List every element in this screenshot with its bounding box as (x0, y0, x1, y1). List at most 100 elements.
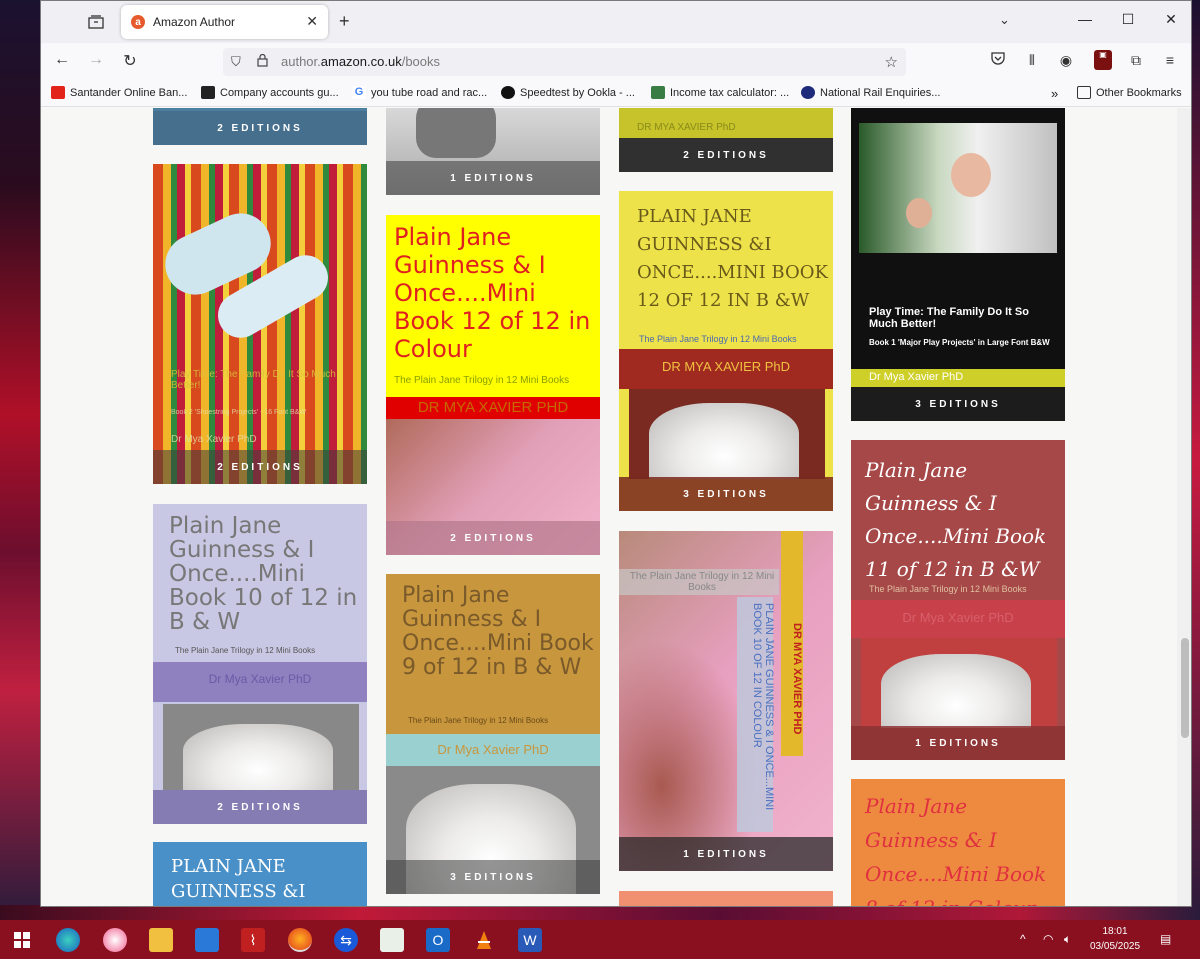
clock[interactable]: 18:01 03/05/2025 (1090, 924, 1140, 954)
maximize-icon[interactable]: ☐ (1118, 11, 1138, 28)
activity-monitor-icon[interactable]: ⌇ (241, 928, 265, 952)
extension-badge-icon[interactable]: ▣ (1094, 50, 1112, 70)
book-author: DR MYA XAVIER PhD (637, 122, 736, 133)
browser-window: a Amazon Author ✕ + ⌄ — ☐ ✕ ← → ↻ ⛉ auth… (40, 0, 1192, 907)
book-card[interactable] (619, 891, 833, 906)
editions-label: 2 EDITIONS (619, 138, 833, 172)
firefox-icon[interactable] (288, 928, 312, 952)
tray-chevron-icon[interactable]: ^ (1020, 932, 1026, 946)
chevron-down-icon[interactable]: ⌄ (999, 12, 1010, 28)
editions-label: 1 EDITIONS (851, 726, 1065, 760)
close-tab-icon[interactable]: ✕ (306, 13, 318, 30)
book-card-mini-book-10-bw[interactable]: Plain Jane Guinness & I Once....Mini Boo… (153, 504, 367, 824)
book-card-play-time-1[interactable]: Play Time: The Family Do It So Much Bett… (851, 108, 1065, 421)
editions-label: 3 EDITIONS (619, 477, 833, 511)
book-title: Plain Jane Guinness & I Once....Mini Boo… (169, 513, 358, 635)
outlook-icon[interactable]: O (426, 928, 450, 952)
book-card-mini-book-9-bw[interactable]: Plain Jane Guinness & I Once....Mini Boo… (386, 574, 600, 894)
taskbar: ⌇ ⇆ O W ^ ◠ 🔈︎ 18:01 03/05/2025 ▤ (0, 920, 1200, 959)
book-card[interactable]: 1 EDITIONS (386, 108, 600, 195)
cover-photo (416, 108, 496, 158)
book-author: Dr Mya Xavier PhD (902, 610, 1014, 625)
book-author: Dr Mya Xavier PhD (171, 434, 257, 445)
santander-icon (51, 86, 65, 99)
edge-browser-icon[interactable] (56, 928, 80, 952)
close-window-icon[interactable]: ✕ (1161, 11, 1181, 28)
bookmark-youtube-road[interactable]: Gyou tube road and rac... (352, 86, 487, 99)
vertical-scrollbar[interactable] (1177, 108, 1191, 906)
book-card-mini-book-8-colour[interactable]: Plain Jane Guinness & I Once....Mini Boo… (851, 779, 1065, 906)
hamburger-menu-icon[interactable]: ≡ (1160, 52, 1180, 68)
forward-arrow-icon[interactable]: → (85, 51, 107, 69)
library-icon[interactable]: ⫴ (1022, 52, 1042, 69)
back-arrow-icon[interactable]: ← (51, 51, 73, 69)
book-title: Plain Jane Guinness & I Once....Mini Boo… (402, 583, 594, 680)
account-icon[interactable]: ◉ (1056, 52, 1076, 69)
book-title: Plain Jane Guinness & I Once....Mini Boo… (394, 223, 591, 363)
lock-icon[interactable] (257, 53, 268, 70)
file-explorer-icon[interactable] (149, 928, 173, 952)
bookmark-santander[interactable]: Santander Online Ban... (51, 86, 187, 99)
national-rail-icon (801, 86, 815, 99)
books-grid: 2 EDITIONS Play Time: The Family Do It S… (41, 108, 1191, 906)
editions-label: 2 EDITIONS (153, 790, 367, 824)
folder-icon (1077, 86, 1091, 99)
bookmark-national-rail[interactable]: National Rail Enquiries... (801, 86, 940, 99)
book-card-mini-book-12-bw[interactable]: PLAIN JANE GUINNESS &I ONCE....MINI BOOK… (619, 191, 833, 511)
reload-icon[interactable]: ↻ (119, 51, 141, 71)
itunes-icon[interactable] (103, 928, 127, 952)
book-series: The Plain Jane Trilogy in 12 Mini Books (869, 584, 1027, 594)
company-accounts-icon (201, 86, 215, 99)
book-author: Dr Mya Xavier PhD (437, 742, 549, 757)
clock-time: 18:01 (1102, 926, 1128, 937)
tab-title: Amazon Author (153, 15, 236, 29)
amazon-favicon-icon: a (131, 15, 145, 29)
book-card-mini-book-10-colour[interactable]: The Plain Jane Trilogy in 12 Mini Books … (619, 531, 833, 871)
book-title: PLAIN JANE GUINNESS &I (171, 856, 306, 902)
editions-label: 1 EDITIONS (619, 837, 833, 871)
teamviewer-icon[interactable]: ⇆ (334, 928, 358, 952)
book-card-play-time-2[interactable]: Play Time: The Family Do It So Much Bett… (153, 164, 367, 484)
book-author: Dr Mya Xavier PhD (869, 371, 964, 383)
wallpaper-right (1192, 0, 1200, 920)
app-icon[interactable] (380, 928, 404, 952)
bookmark-speedtest[interactable]: Speedtest by Ookla - ... (501, 86, 635, 99)
scanner-app-icon[interactable] (195, 928, 219, 952)
new-tab-icon[interactable]: + (339, 11, 350, 32)
pocket-icon[interactable] (988, 52, 1008, 68)
book-title: PLAIN JANE GUINNESS &I ONCE....MINI BOOK… (637, 206, 828, 311)
bookmark-company-accounts[interactable]: Company accounts gu... (201, 86, 339, 99)
book-series: The Plain Jane Trilogy in 12 Mini Books (394, 375, 570, 386)
tab-list-icon[interactable] (85, 11, 107, 33)
tab-amazon-author[interactable]: a Amazon Author ✕ (121, 5, 328, 39)
url-text[interactable]: author.amazon.co.uk/books (281, 54, 440, 69)
vlc-icon[interactable] (472, 928, 496, 952)
editions-label: 3 EDITIONS (851, 387, 1065, 421)
speedtest-icon (501, 86, 515, 99)
book-title: Plain Jane Guinness & I Once....Mini Boo… (865, 458, 1047, 581)
book-card[interactable]: 2 EDITIONS (153, 108, 367, 145)
windows-start-icon[interactable] (10, 928, 34, 952)
wallpaper-left (0, 0, 40, 920)
address-bar[interactable]: ⛉ author.amazon.co.uk/books ☆ (223, 48, 906, 76)
book-card-mini-book-11-bw[interactable]: Plain Jane Guinness & I Once....Mini Boo… (851, 440, 1065, 760)
book-author: DR MYA XAVIER PhD (661, 359, 791, 374)
book-card-mini-book-12-colour[interactable]: Plain Jane Guinness & I Once....Mini Boo… (386, 215, 600, 555)
extensions-icon[interactable]: ⧉ (1126, 52, 1146, 69)
bookmark-income-tax[interactable]: Income tax calculator: ... (651, 86, 789, 99)
book-card[interactable]: PLAIN JANE GUINNESS &I (153, 842, 367, 906)
wifi-icon[interactable]: ◠ (1043, 932, 1053, 946)
shield-icon[interactable]: ⛉ (231, 54, 241, 70)
other-bookmarks-folder[interactable]: Other Bookmarks (1077, 86, 1182, 99)
book-subtitle: Book 2 'Shoestring Projects' - 16 Font B… (171, 409, 306, 416)
word-icon[interactable]: W (518, 928, 542, 952)
bookmark-star-icon[interactable]: ☆ (885, 53, 898, 71)
volume-icon[interactable]: 🔈︎ (1064, 932, 1071, 947)
book-series: The Plain Jane Trilogy in 12 Mini Books (639, 334, 797, 344)
notifications-icon[interactable]: ▤ (1160, 932, 1171, 946)
more-bookmarks-icon[interactable]: » (1051, 86, 1058, 101)
book-author: DR MYA XAVIER PHD (417, 399, 569, 416)
book-card[interactable]: DR MYA XAVIER PhD 2 EDITIONS (619, 108, 833, 172)
minimize-icon[interactable]: — (1075, 11, 1095, 27)
scrollbar-thumb[interactable] (1181, 638, 1189, 738)
